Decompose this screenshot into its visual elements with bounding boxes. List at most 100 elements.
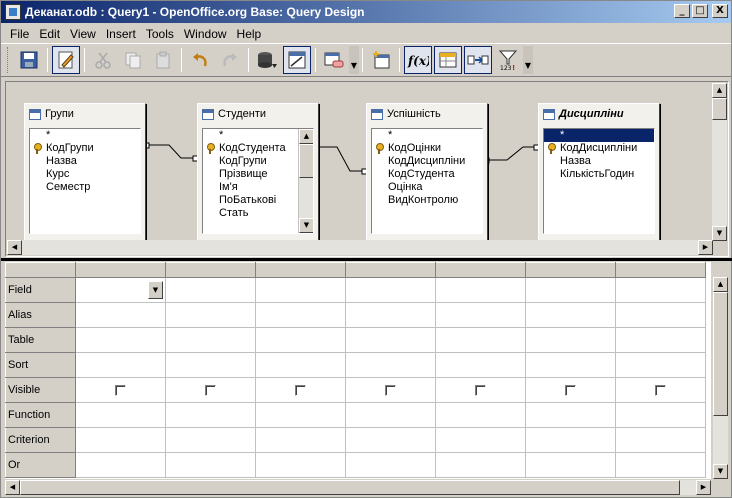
field-item-key[interactable]: КодСтудента	[203, 142, 313, 155]
scroll-left-arrow[interactable]: ◀	[5, 480, 20, 495]
menu-tools[interactable]: Tools	[141, 27, 179, 41]
column-header[interactable]	[435, 262, 526, 278]
field-cell[interactable]: ▼	[75, 277, 166, 303]
field-item[interactable]: Семестр	[30, 181, 140, 194]
menu-help[interactable]: Help	[232, 27, 267, 41]
sort-cell[interactable]	[615, 352, 706, 378]
scroll-up-arrow[interactable]: ▲	[299, 129, 313, 144]
function-cell[interactable]	[255, 402, 346, 428]
field-cell[interactable]	[255, 277, 346, 303]
sort-cell[interactable]	[165, 352, 256, 378]
edit-mode-button[interactable]	[52, 46, 80, 74]
criterion-cell[interactable]	[345, 427, 436, 453]
toolbar-dropdown-arrow[interactable]: ▼	[349, 46, 359, 74]
field-item[interactable]: Стать	[203, 207, 313, 220]
scroll-left-arrow[interactable]: ◀	[7, 240, 22, 255]
sort-cell[interactable]	[345, 352, 436, 378]
field-item[interactable]: Прізвище	[203, 168, 313, 181]
or-cell[interactable]	[255, 452, 346, 478]
table-header[interactable]: Групи	[25, 104, 145, 124]
field-item-key[interactable]: КодГрупи	[30, 142, 140, 155]
table-cell[interactable]	[345, 327, 436, 353]
field-item[interactable]: *	[30, 129, 140, 142]
field-item[interactable]: *	[372, 129, 482, 142]
criterion-cell[interactable]	[165, 427, 256, 453]
column-header[interactable]	[255, 262, 346, 278]
field-item-key[interactable]: КодОцінки	[372, 142, 482, 155]
alias-cell[interactable]	[255, 302, 346, 328]
save-button[interactable]	[15, 46, 43, 74]
visible-checkbox[interactable]	[295, 384, 306, 396]
or-cell[interactable]	[75, 452, 166, 478]
functions-button[interactable]: f(x)	[404, 46, 432, 74]
menu-file[interactable]: File	[5, 27, 34, 41]
criterion-cell[interactable]	[435, 427, 526, 453]
field-item[interactable]: КількістьГодин	[544, 168, 654, 181]
function-cell[interactable]	[435, 402, 526, 428]
distinct-values-button[interactable]: 123!	[494, 46, 522, 74]
or-cell[interactable]	[435, 452, 526, 478]
field-item[interactable]: Назва	[30, 155, 140, 168]
table-name-button[interactable]	[434, 46, 462, 74]
table-header[interactable]: Дисципліни	[539, 104, 659, 124]
field-item[interactable]: ВидКонтролю	[372, 194, 482, 207]
add-table-button[interactable]	[367, 46, 395, 74]
scroll-right-arrow[interactable]: ▶	[698, 240, 713, 255]
table-cell[interactable]	[75, 327, 166, 353]
function-cell[interactable]	[525, 402, 616, 428]
criterion-cell[interactable]	[75, 427, 166, 453]
toolbar-grip[interactable]	[7, 47, 10, 73]
field-list-scrollbar[interactable]: ▲ ▼	[298, 129, 313, 233]
field-item-key[interactable]: КодДисципліни	[544, 142, 654, 155]
design-vertical-scrollbar[interactable]: ▲ ▼	[712, 83, 727, 241]
copy-button[interactable]	[119, 46, 147, 74]
table-cell[interactable]	[435, 327, 526, 353]
scroll-down-arrow[interactable]: ▼	[712, 226, 727, 241]
visible-checkbox[interactable]	[205, 384, 216, 396]
table-header[interactable]: Успішність	[367, 104, 487, 124]
field-list[interactable]: * КодСтудента КодГрупи Прізвище Ім'я ПоБ…	[202, 128, 314, 234]
table-window-dystsypliny[interactable]: Дисципліни * КодДисципліни Назва Кількіс…	[538, 103, 660, 241]
or-cell[interactable]	[525, 452, 616, 478]
field-item[interactable]: Ім'я	[203, 181, 313, 194]
close-button[interactable]: X	[712, 4, 728, 18]
grid-vertical-scrollbar[interactable]: ▲ ▼	[713, 277, 728, 479]
column-header[interactable]	[615, 262, 706, 278]
paste-button[interactable]	[149, 46, 177, 74]
field-item[interactable]: Курс	[30, 168, 140, 181]
criterion-cell[interactable]	[525, 427, 616, 453]
field-cell[interactable]	[165, 277, 256, 303]
sort-cell[interactable]	[435, 352, 526, 378]
table-cell[interactable]	[615, 327, 706, 353]
sort-cell[interactable]	[255, 352, 346, 378]
scroll-right-arrow[interactable]: ▶	[696, 480, 711, 495]
run-query-button[interactable]	[253, 46, 281, 74]
table-window-hrupy[interactable]: Групи * КодГрупи Назва Курс Семестр	[24, 103, 146, 241]
alias-button[interactable]	[464, 46, 492, 74]
table-cell[interactable]	[525, 327, 616, 353]
scroll-thumb[interactable]	[299, 144, 313, 178]
visible-checkbox[interactable]	[475, 384, 486, 396]
table-window-studenty[interactable]: Студенти * КодСтудента КодГрупи Прізвище…	[197, 103, 319, 241]
visible-checkbox[interactable]	[115, 384, 126, 396]
alias-cell[interactable]	[525, 302, 616, 328]
column-header[interactable]	[525, 262, 616, 278]
alias-cell[interactable]	[615, 302, 706, 328]
scroll-up-arrow[interactable]: ▲	[713, 277, 728, 292]
field-item[interactable]: Назва	[544, 155, 654, 168]
cut-button[interactable]	[89, 46, 117, 74]
scroll-thumb[interactable]	[712, 98, 727, 120]
table-window-uspishnist[interactable]: Успішність * КодОцінки КодДисципліни Код…	[366, 103, 488, 241]
criterion-cell[interactable]	[255, 427, 346, 453]
column-header[interactable]	[75, 262, 166, 278]
grid-horizontal-scrollbar[interactable]: ◀ ▶	[5, 480, 711, 495]
field-dropdown-arrow[interactable]: ▼	[148, 281, 163, 299]
field-item[interactable]: КодДисципліни	[372, 155, 482, 168]
scroll-thumb[interactable]	[713, 292, 728, 416]
column-header[interactable]	[165, 262, 256, 278]
sort-cell[interactable]	[525, 352, 616, 378]
function-cell[interactable]	[75, 402, 166, 428]
or-cell[interactable]	[615, 452, 706, 478]
alias-cell[interactable]	[75, 302, 166, 328]
visible-checkbox[interactable]	[655, 384, 666, 396]
